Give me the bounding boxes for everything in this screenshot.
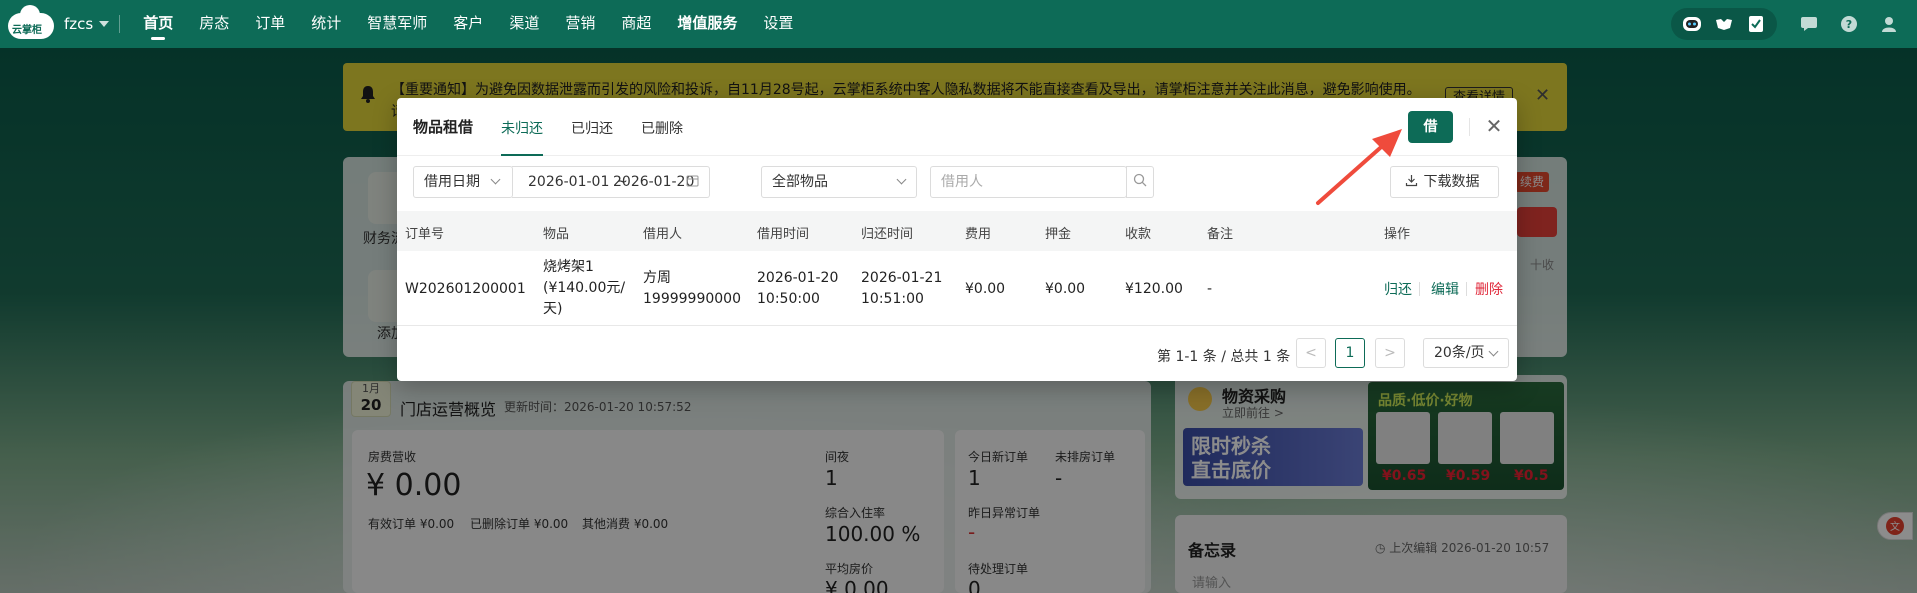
chevron-down-icon xyxy=(1488,346,1499,357)
prev-page-button[interactable]: < xyxy=(1296,338,1326,368)
account-name: fzcs xyxy=(64,15,94,33)
borrow-date: 2026-01-20 xyxy=(757,270,839,286)
nav-supermarket[interactable]: 商超 xyxy=(608,0,664,48)
item-name: 烧烤架1 (¥140.00元/ 天) xyxy=(543,257,625,320)
nav-smart-advisor[interactable]: 智慧军师 xyxy=(354,0,440,48)
borrower-name: 方周 xyxy=(643,270,671,286)
message-icon[interactable] xyxy=(1789,0,1829,48)
robot-icon[interactable] xyxy=(1677,11,1707,37)
nav-home[interactable]: 首页 xyxy=(130,0,186,48)
col-borrower: 借用人 xyxy=(643,227,683,242)
return-button[interactable]: 归还 xyxy=(1384,279,1412,299)
col-note: 备注 xyxy=(1207,227,1234,242)
download-data-label: 下载数据 xyxy=(1423,174,1480,190)
checklist-icon[interactable] xyxy=(1741,11,1771,37)
date-start[interactable]: 2026-01-01 xyxy=(528,167,609,197)
fee: ¥0.00 xyxy=(965,281,1006,297)
table-header: 订单号 物品 借用人 借用时间 归还时间 费用 押金 收款 备注 操作 xyxy=(397,211,1517,251)
calendar-icon xyxy=(686,168,699,198)
page-size-value: 20条/页 xyxy=(1434,345,1485,361)
action-divider xyxy=(1419,282,1420,296)
col-borrow-time: 借用时间 xyxy=(757,227,810,242)
annotation-arrow xyxy=(1316,129,1402,205)
dialog-title: 物品租借 xyxy=(413,118,474,136)
caret-down-icon xyxy=(99,21,110,27)
item-unit-line: 天) xyxy=(543,301,563,317)
borrow-button[interactable]: 借 xyxy=(1408,111,1453,143)
col-deposit: 押金 xyxy=(1045,227,1072,242)
nav-statistics[interactable]: 统计 xyxy=(298,0,354,48)
received: ¥120.00 xyxy=(1125,281,1183,297)
borrower: 方周 19999990000 xyxy=(643,268,741,310)
search-button[interactable] xyxy=(1126,166,1154,198)
nav-customers[interactable]: 客户 xyxy=(440,0,496,48)
date-end[interactable]: 2026-01-20 xyxy=(613,167,694,197)
deposit: ¥0.00 xyxy=(1045,281,1086,297)
borrower-search-input[interactable]: 借用人 xyxy=(930,166,1127,198)
tab-not-returned[interactable]: 未归还 xyxy=(501,118,543,156)
nav-divider xyxy=(119,15,121,33)
account-switcher[interactable]: fzcs xyxy=(64,15,110,33)
col-actions: 操作 xyxy=(1384,227,1411,242)
logo[interactable]: 云掌柜 xyxy=(4,5,58,41)
delete-button[interactable]: 删除 xyxy=(1475,279,1503,299)
nav-orders[interactable]: 订单 xyxy=(242,0,298,48)
col-item: 物品 xyxy=(543,227,570,242)
header-divider xyxy=(1469,118,1470,136)
borrower-phone: 19999990000 xyxy=(643,291,741,307)
return-date: 2026-01-21 xyxy=(861,270,943,286)
quick-tools xyxy=(1671,8,1777,40)
note: - xyxy=(1207,281,1213,297)
col-order-no: 订单号 xyxy=(405,227,445,242)
pagination-info: 第 1-1 条 / 总共 1 条 xyxy=(1157,349,1291,365)
col-return-time: 归还时间 xyxy=(861,227,914,242)
help-icon[interactable]: ? xyxy=(1829,0,1869,48)
nav-channels[interactable]: 渠道 xyxy=(496,0,552,48)
goods-select[interactable]: 全部物品 xyxy=(761,166,917,198)
edit-button[interactable]: 编辑 xyxy=(1431,279,1459,299)
borrow-time: 2026-01-20 10:50:00 xyxy=(757,268,838,310)
item-name-line: 烧烤架1 xyxy=(543,259,594,275)
page-1-button[interactable]: 1 xyxy=(1335,338,1365,368)
nav-marketing[interactable]: 营销 xyxy=(552,0,608,48)
date-range-picker[interactable]: 2026-01-01 ~ 2026-01-20 xyxy=(512,166,710,198)
nav-value-added[interactable]: 增值服务 xyxy=(664,0,750,48)
date-type-value: 借用日期 xyxy=(424,174,480,190)
item-price-line: (¥140.00元/ xyxy=(543,280,626,296)
next-page-button[interactable]: > xyxy=(1375,338,1405,368)
table-row: W202601200001 烧烤架1 (¥140.00元/ 天) 方周 1999… xyxy=(397,251,1517,326)
svg-text:?: ? xyxy=(1846,18,1852,31)
return-time: 2026-01-21 10:51:00 xyxy=(861,268,942,310)
goods-select-value: 全部物品 xyxy=(772,174,828,190)
order-no: W202601200001 xyxy=(405,281,526,297)
tab-returned[interactable]: 已归还 xyxy=(571,118,613,138)
close-icon[interactable]: ✕ xyxy=(1484,114,1504,138)
top-right-tools: ? xyxy=(1671,0,1917,48)
col-fee: 费用 xyxy=(965,227,992,242)
logo-text: 云掌柜 xyxy=(12,25,42,36)
chevron-down-icon xyxy=(896,174,907,185)
top-nav: 云掌柜 fzcs 首页 房态 订单 统计 智慧军师 客户 渠道 营销 商超 增值… xyxy=(0,0,1917,48)
user-icon[interactable] xyxy=(1869,0,1909,48)
chevron-down-icon xyxy=(490,174,501,185)
action-divider xyxy=(1466,282,1467,296)
borrow-clock: 10:50:00 xyxy=(757,291,820,307)
tab-deleted[interactable]: 已删除 xyxy=(641,118,683,138)
search-icon xyxy=(1133,168,1147,198)
date-type-select[interactable]: 借用日期 xyxy=(413,166,513,198)
return-clock: 10:51:00 xyxy=(861,291,924,307)
handshake-icon[interactable] xyxy=(1709,11,1739,37)
nav-settings[interactable]: 设置 xyxy=(750,0,806,48)
nav-room-status[interactable]: 房态 xyxy=(186,0,242,48)
page-size-select[interactable]: 20条/页 xyxy=(1423,338,1509,368)
col-received: 收款 xyxy=(1125,227,1152,242)
